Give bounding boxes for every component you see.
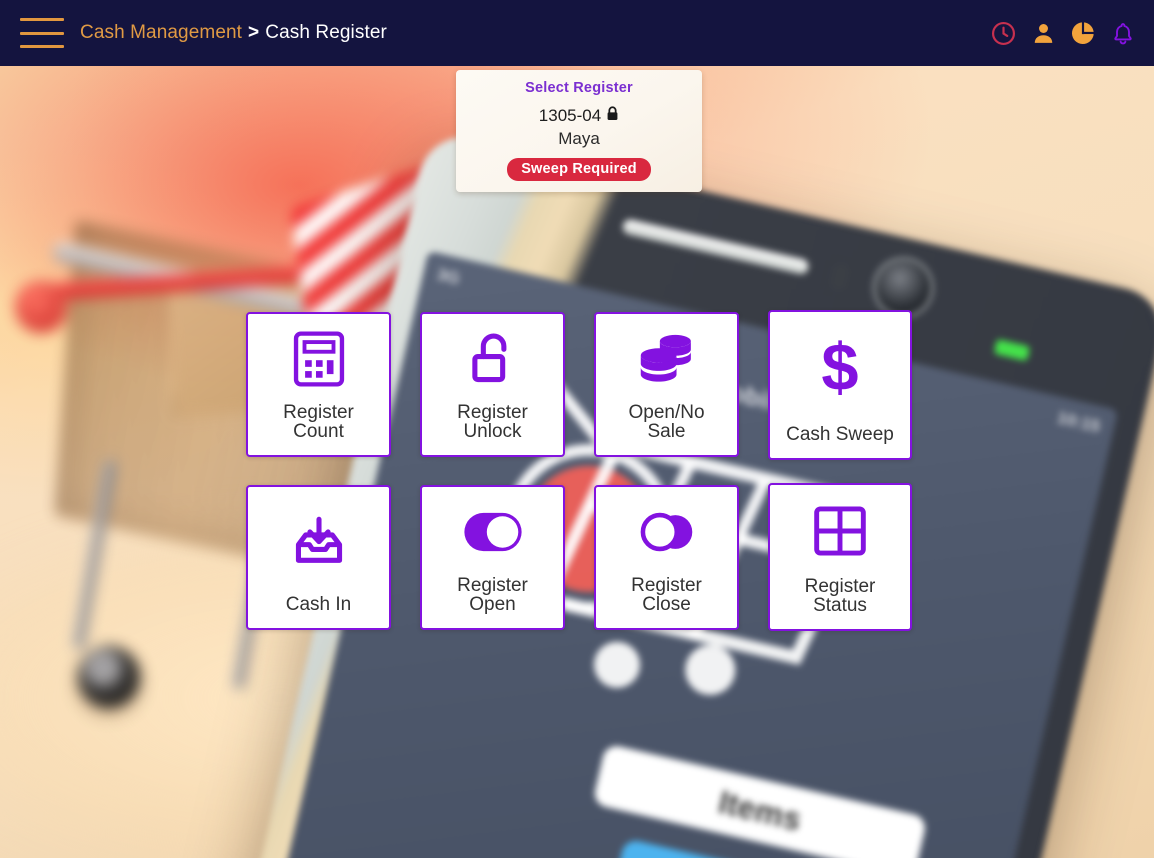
tile-label: Register Unlock xyxy=(457,402,528,442)
grid-table-icon xyxy=(770,485,910,577)
bell-icon[interactable] xyxy=(1110,19,1136,47)
tile-register-open[interactable]: Register Open xyxy=(420,485,565,630)
tile-cash-in[interactable]: Cash In xyxy=(246,485,391,630)
register-user-name: Maya xyxy=(558,129,600,148)
toggle-on-icon xyxy=(422,487,563,576)
tile-register-count[interactable]: Register Count xyxy=(246,312,391,457)
tile-label: Open/No Sale xyxy=(628,402,705,442)
breadcrumb-cash-management[interactable]: Cash Management xyxy=(80,22,242,44)
tile-open-no-sale[interactable]: Open/No Sale xyxy=(594,312,739,457)
app-header: Cash Management > Cash Register xyxy=(0,0,1154,66)
tile-register-unlock[interactable]: Register Unlock xyxy=(420,312,565,457)
tile-label: Register Count xyxy=(283,402,354,442)
register-id-value: 1305-04 xyxy=(538,106,602,125)
cash-in-tray-icon xyxy=(248,487,389,595)
tile-label: Register Open xyxy=(457,575,528,615)
tile-label: Cash Sweep xyxy=(786,424,894,445)
register-id-row: 1305-04 xyxy=(456,106,702,126)
dollar-sign-icon: $ xyxy=(770,312,910,425)
breadcrumb: Cash Management > Cash Register xyxy=(80,22,387,44)
select-register-title: Select Register xyxy=(525,80,633,96)
breadcrumb-separator: > xyxy=(248,22,260,43)
calculator-icon xyxy=(248,314,389,403)
clock-icon[interactable] xyxy=(990,19,1016,47)
hamburger-menu-icon[interactable] xyxy=(20,18,64,48)
tile-register-close[interactable]: Register Close xyxy=(594,485,739,630)
lock-icon xyxy=(606,106,619,126)
tile-register-status[interactable]: Register Status xyxy=(768,483,912,631)
unlock-icon xyxy=(422,314,563,403)
status-badge: Sweep Required xyxy=(507,158,651,181)
header-icon-group xyxy=(990,0,1136,66)
svg-text:$: $ xyxy=(821,337,858,401)
user-icon[interactable] xyxy=(1030,19,1056,47)
pie-chart-icon[interactable] xyxy=(1070,19,1096,47)
tile-cash-sweep[interactable]: $ Cash Sweep xyxy=(768,310,912,460)
select-register-card[interactable]: Select Register 1305-04 Maya Sweep Requi… xyxy=(456,70,702,192)
cash-register-screen: 3G 10:15 MobileWallet Items Checkout C xyxy=(0,0,1154,858)
coins-stack-icon xyxy=(596,314,737,403)
breadcrumb-cash-register: Cash Register xyxy=(265,22,387,43)
tile-label: Register Close xyxy=(631,575,702,615)
tile-label: Cash In xyxy=(285,594,352,615)
tile-label: Register Status xyxy=(804,576,876,616)
venn-circles-icon xyxy=(596,487,737,576)
